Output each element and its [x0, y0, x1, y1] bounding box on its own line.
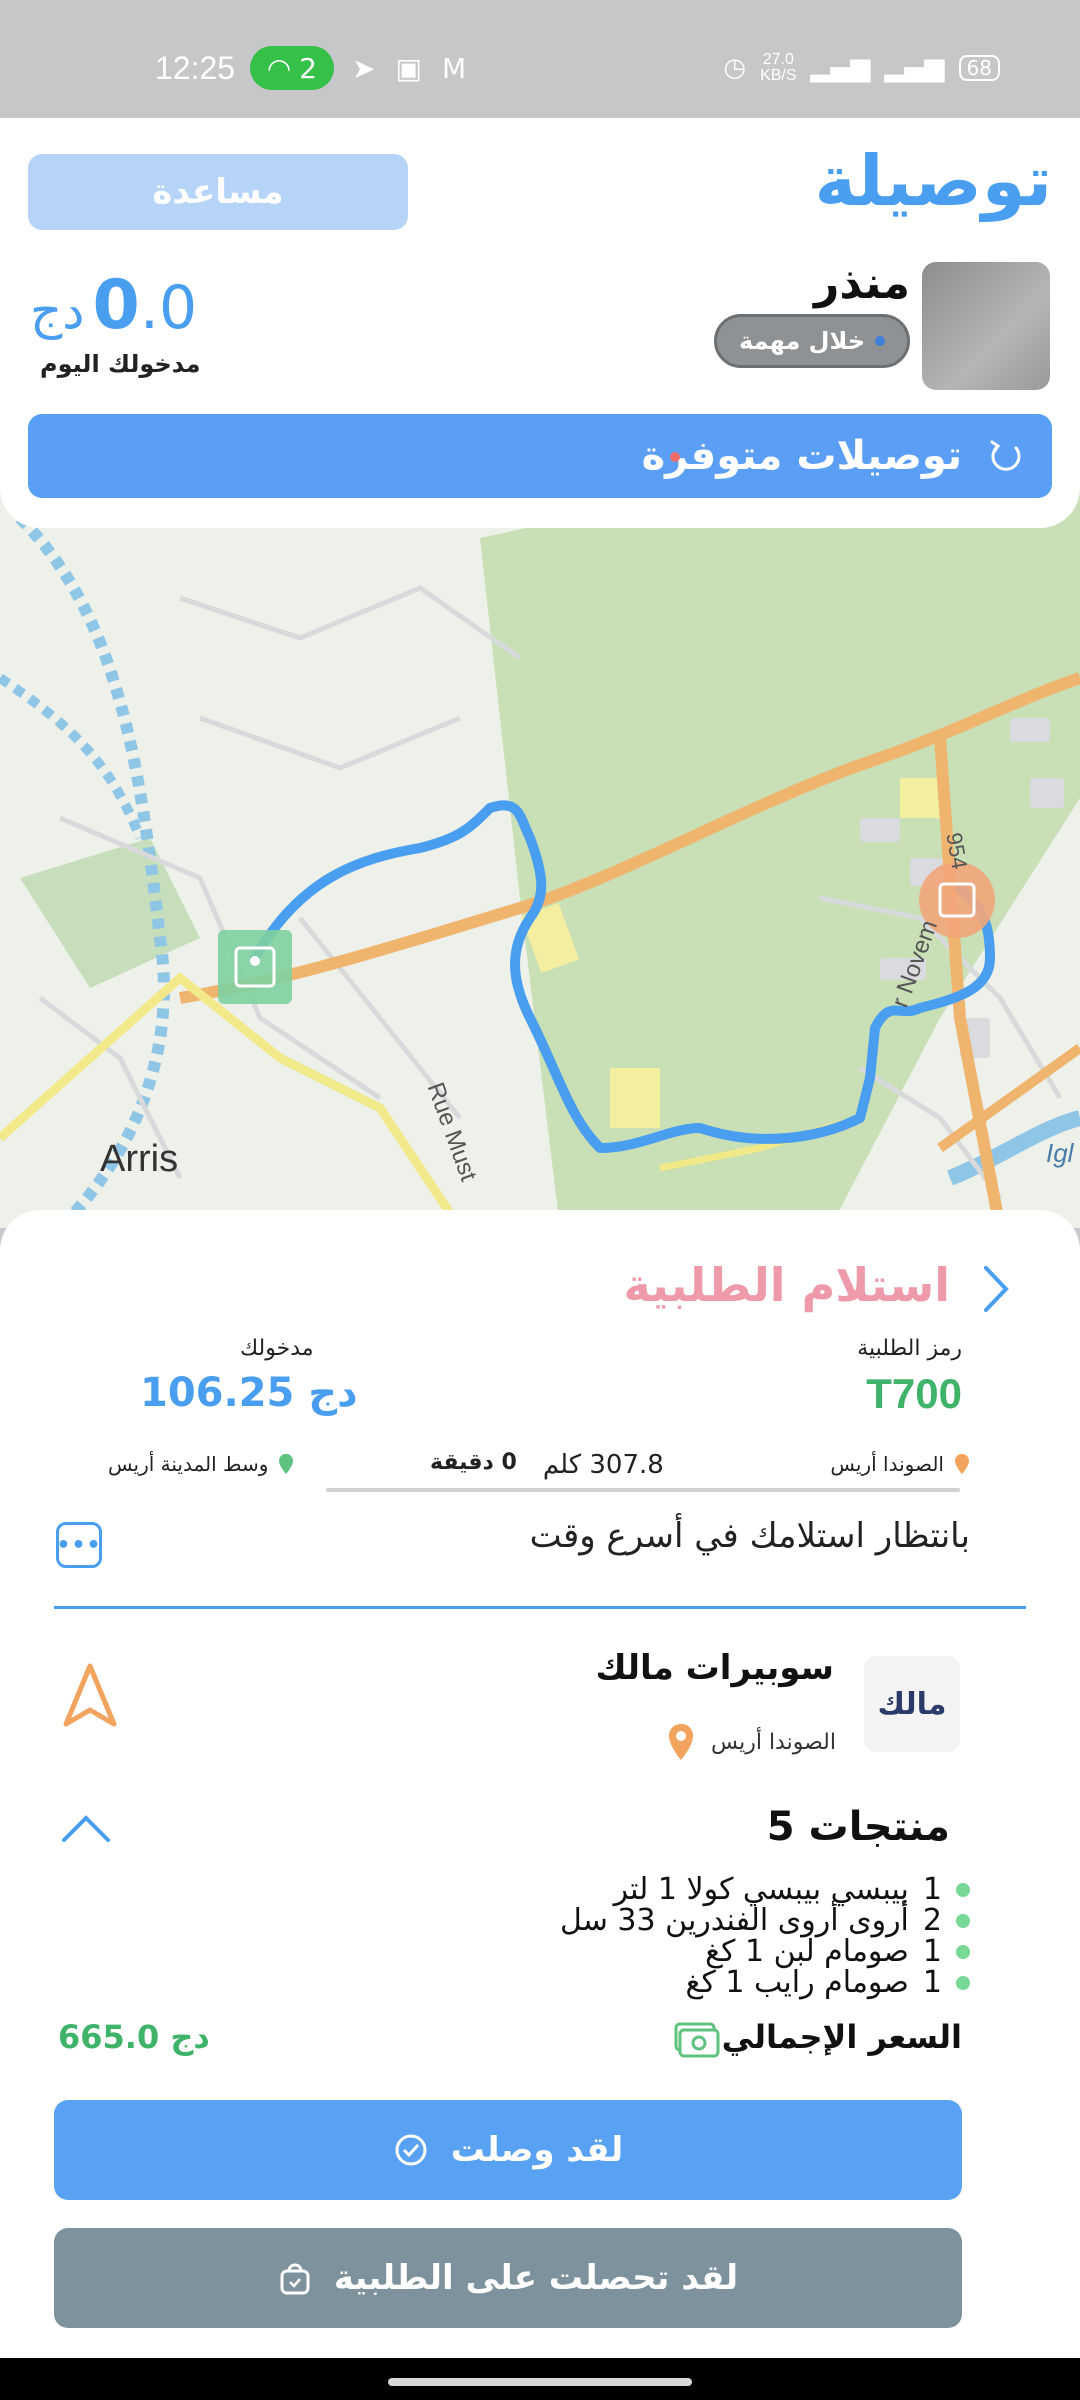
alarm-icon: ◷ — [723, 53, 747, 83]
chevron-up-icon[interactable] — [60, 1814, 112, 1844]
order-code-label: رمز الطلبية — [857, 1336, 962, 1361]
route-distance: 307.8 كلم — [542, 1450, 664, 1480]
driver-name: منذر — [814, 258, 910, 309]
signal-icon: ▂▄▆ — [810, 53, 871, 83]
earnings-decimal: .0 — [139, 273, 198, 343]
signal-icon-2: ▂▄▆ — [884, 53, 945, 83]
store-location-text: الصوندا أريس — [711, 1729, 836, 1755]
earnings-currency: دج — [30, 282, 85, 340]
available-deliveries-label: توصيلات متوفرة — [641, 433, 962, 479]
header-card: توصيلة مساعدة منذر خلال مهمة دج 0.0 مدخو… — [0, 118, 1080, 528]
order-earning-value: 106.25 — [140, 1370, 295, 1416]
system-icons: ◷ 27.0 KB/S ▂▄▆ ▂▄▆ 68 — [723, 52, 1000, 84]
gmail-icon: M — [441, 52, 467, 85]
list-item: بيبسي بيبسي كولا 1 لتر 1 — [210, 1874, 970, 1905]
net-speed: 27.0 KB/S — [760, 51, 797, 84]
got-order-label: لقد تحصلت على الطلبية — [333, 2258, 739, 2298]
hotspot-indicator: ◠ 2 — [250, 46, 334, 90]
list-item: أروى أروى الفندرين 33 سل 2 — [210, 1905, 970, 1936]
order-code: T700 — [866, 1370, 962, 1417]
telegram-icon: ➤ — [352, 52, 376, 85]
dropoff-location-text: وسط المدينة أريس — [108, 1452, 269, 1476]
chat-icon[interactable]: ••• — [56, 1522, 102, 1568]
app-title: توصيلة — [814, 140, 1052, 222]
gallery-icon: ▣ — [395, 52, 422, 85]
earnings-today: دج 0.0 — [30, 266, 197, 345]
system-nav-bar — [0, 2358, 1080, 2400]
check-badge-icon — [395, 2134, 427, 2166]
status-time: 12:25 — [155, 50, 236, 86]
status-text: خلال مهمة — [738, 327, 865, 355]
products-title: 5 منتجات — [766, 1804, 950, 1850]
arrived-button[interactable]: لقد وصلت — [54, 2100, 962, 2200]
home-handle[interactable] — [388, 2378, 692, 2386]
avatar[interactable] — [922, 262, 1050, 390]
earnings-value: 0 — [92, 266, 140, 345]
total-value: 665.0 — [58, 2018, 160, 2056]
pickup-location-text: الصوندا أريس — [830, 1452, 944, 1476]
location-pin-icon — [955, 1454, 969, 1474]
bag-icon — [280, 2263, 310, 2295]
total-price: دج 665.0 — [58, 2018, 210, 2056]
refresh-icon — [990, 440, 1021, 471]
order-sheet: استلام الطلبية رمز الطلبية T700 مدخولك د… — [0, 1210, 1080, 2358]
pickup-location: الصوندا أريس — [830, 1452, 970, 1476]
list-item: صومام رايب 1 كغ 1 — [210, 1967, 970, 1998]
battery-icon: 68 — [958, 55, 1000, 81]
notification-icons: ➤ ▣ M — [352, 52, 466, 85]
status-bar: 12:25 ◠ 2 ➤ ▣ M ◷ 27.0 KB/S ▂▄▆ ▂▄▆ 68 — [0, 0, 1080, 118]
hotspot-count: 2 — [299, 51, 318, 85]
arrived-label: لقد وصلت — [450, 2130, 624, 2170]
divider — [54, 1606, 1026, 1609]
route-info: 307.8 كلم 0 دقيقة — [430, 1450, 664, 1480]
route-progress — [326, 1488, 960, 1492]
route-duration: 0 دقيقة — [430, 1450, 517, 1475]
order-earning: دج 106.25 — [140, 1370, 358, 1416]
cash-icon — [674, 2022, 720, 2058]
waiting-message: بانتظار استلامك في أسرع وقت — [529, 1516, 970, 1556]
order-earning-label: مدخولك — [240, 1336, 314, 1361]
products-list: بيبسي بيبسي كولا 1 لتر 1 أروى أروى الفندر… — [210, 1874, 970, 1998]
back-chevron-icon[interactable] — [980, 1264, 1010, 1314]
help-button[interactable]: مساعدة — [28, 154, 408, 230]
map-city-label: Arris — [100, 1138, 179, 1180]
total-price-label: السعر الإجمالي — [721, 2018, 962, 2056]
order-stage-title: استلام الطلبية — [623, 1258, 950, 1312]
driver-status-badge[interactable]: خلال مهمة — [713, 314, 910, 368]
dropoff-location: وسط المدينة أريس — [108, 1452, 294, 1476]
order-earning-currency: دج — [308, 1370, 358, 1416]
got-order-button[interactable]: لقد تحصلت على الطلبية — [54, 2228, 962, 2328]
available-deliveries-button[interactable]: توصيلات متوفرة — [28, 414, 1052, 498]
store-logo: مالك — [864, 1656, 960, 1752]
map-street-label: Igl — [1046, 1138, 1074, 1168]
location-pin-icon — [669, 1724, 694, 1760]
navigate-arrow-icon[interactable] — [62, 1662, 118, 1728]
total-currency: دج — [170, 2018, 210, 2056]
location-pin-icon — [279, 1454, 294, 1474]
new-indicator-dot — [670, 452, 680, 462]
status-dot-icon — [875, 336, 885, 346]
store-name: سوبيرات مالك — [595, 1648, 834, 1688]
wifi-hotspot-icon: ◠ — [266, 51, 292, 85]
earnings-today-label: مدخولك اليوم — [40, 350, 201, 378]
list-item: صومام لبن 1 كغ 1 — [210, 1936, 970, 1967]
store-location: الصوندا أريس — [667, 1722, 836, 1762]
